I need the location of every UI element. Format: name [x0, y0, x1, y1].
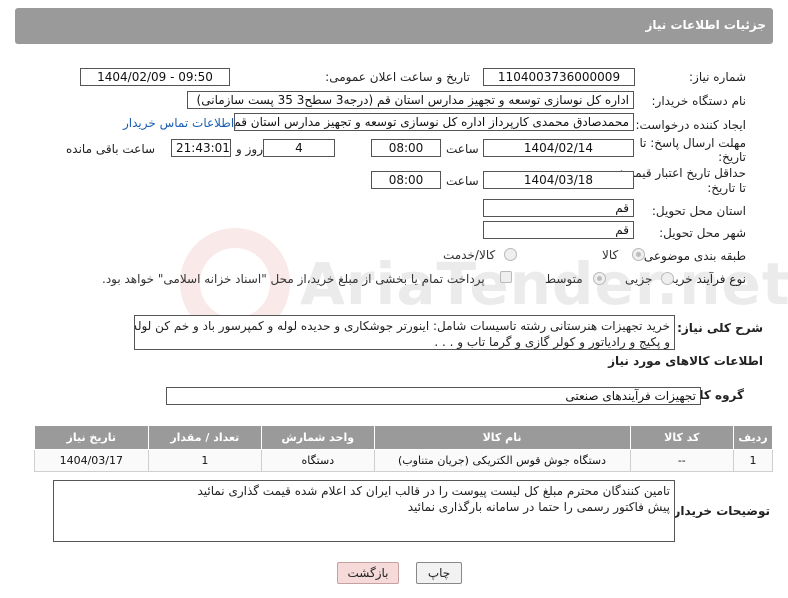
deadline-label-line2: تاریخ:	[718, 150, 746, 164]
process-option-medium: متوسط	[545, 272, 583, 286]
col-name: نام کالا	[373, 425, 631, 450]
buyer-org-label: نام دستگاه خریدار:	[651, 94, 747, 108]
need-number-label: شماره نیاز:	[689, 70, 746, 84]
buyer-notes-label: توضیحات خریدار:	[668, 504, 770, 518]
cell-qty: 1	[147, 449, 263, 472]
validity-label-line1: حداقل تاریخ اعتبار قیمت:	[619, 166, 746, 180]
description-line-2: و پکیج و رادیاتور و کولر گازی و گرما تاب…	[434, 335, 670, 349]
validity-date-field: 1404/03/18	[483, 171, 634, 189]
goods-section-title: اطلاعات کالاهای مورد نیاز	[608, 354, 763, 368]
category-option-goods: کالا	[602, 248, 619, 262]
deadline-days-field: 4	[263, 139, 335, 157]
announce-datetime-label: تاریخ و ساعت اعلان عمومی:	[325, 70, 470, 84]
description-box: خرید تجهیزات هنرستانی رشته تاسیسات شامل:…	[134, 315, 675, 350]
announce-datetime-field: 1404/02/09 - 09:50	[80, 68, 230, 86]
col-date: تاریخ نیاز	[34, 425, 149, 450]
goods-table-header: ردیف کد کالا نام کالا واحد شمارش تعداد /…	[34, 425, 773, 450]
requester-label: ایجاد کننده درخواست:	[635, 118, 746, 132]
cell-name: دستگاه جوش قوس الکتریکی (جریان متناوب)	[373, 449, 631, 472]
category-radio-goods[interactable]	[632, 248, 645, 261]
cell-code: --	[629, 449, 735, 472]
col-unit: واحد شمارش	[261, 425, 375, 450]
remaining-time-label: ساعت باقی مانده	[66, 142, 156, 156]
page-title: جزئیات اطلاعات نیاز	[645, 18, 766, 32]
requester-field: محمدصادق محمدی کارپرداز اداره کل نوسازی …	[234, 113, 634, 131]
delivery-province-field: قم	[483, 199, 634, 217]
process-radio-medium[interactable]	[593, 272, 606, 285]
col-code: کد کالا	[629, 425, 735, 450]
deadline-time-label: ساعت	[446, 142, 479, 156]
process-radio-minor[interactable]	[661, 272, 674, 285]
buyer-org-field: اداره کل نوسازی توسعه و تجهیز مدارس استا…	[187, 91, 634, 109]
process-option-minor: جزیی	[625, 272, 653, 286]
treasury-payment-note: پرداخت تمام یا بخشی از مبلغ خرید،از محل …	[102, 272, 485, 286]
col-row: ردیف	[733, 425, 773, 450]
back-button[interactable]: بازگشت	[337, 562, 399, 584]
cell-row: 1	[733, 449, 773, 472]
category-option-goods-service: کالا/خدمت	[443, 248, 496, 262]
goods-group-field: تجهیزات فرآیندهای صنعتی	[166, 387, 701, 405]
description-label: شرح کلی نیاز:	[677, 321, 763, 335]
buyer-notes-line-2: پیش فاکتور رسمی را حتما در سامانه بارگذا…	[407, 500, 670, 514]
validity-time-label: ساعت	[446, 174, 479, 188]
remaining-time-field: 21:43:01	[171, 139, 231, 157]
buyer-notes-box: تامین کنندگان محترم مبلغ کل لیست پیوست ر…	[53, 480, 675, 542]
validity-label-line2: تا تاریخ:	[707, 181, 746, 195]
category-label: طبقه بندی موضوعی:	[639, 249, 746, 263]
print-button[interactable]: چاپ	[416, 562, 462, 584]
treasury-payment-checkbox[interactable]	[500, 271, 512, 283]
delivery-province-label: استان محل تحویل:	[651, 204, 746, 218]
table-row: 1 -- دستگاه جوش قوس الکتریکی (جریان متنا…	[34, 449, 773, 472]
deadline-date-field: 1404/02/14	[483, 139, 634, 157]
validity-time-field: 08:00	[371, 171, 441, 189]
goods-table: ردیف کد کالا نام کالا واحد شمارش تعداد /…	[34, 425, 773, 472]
delivery-city-field: قم	[483, 221, 634, 239]
buyer-contact-link[interactable]: اطلاعات تماس خریدار	[123, 116, 234, 130]
description-line-1: خرید تجهیزات هنرستانی رشته تاسیسات شامل:…	[134, 319, 670, 333]
buyer-notes-line-1: تامین کنندگان محترم مبلغ کل لیست پیوست ر…	[197, 484, 670, 498]
category-radio-goods-service[interactable]	[504, 248, 517, 261]
cell-unit: دستگاه	[261, 449, 375, 472]
deadline-time-field: 08:00	[371, 139, 441, 157]
delivery-city-label: شهر محل تحویل:	[659, 226, 746, 240]
col-qty: تعداد / مقدار	[147, 425, 263, 450]
deadline-label-line1: مهلت ارسال پاسخ: تا	[639, 136, 746, 150]
need-number-field: 1104003736000009	[483, 68, 635, 86]
deadline-days-label: روز و	[236, 142, 263, 156]
cell-date: 1404/03/17	[34, 449, 149, 472]
